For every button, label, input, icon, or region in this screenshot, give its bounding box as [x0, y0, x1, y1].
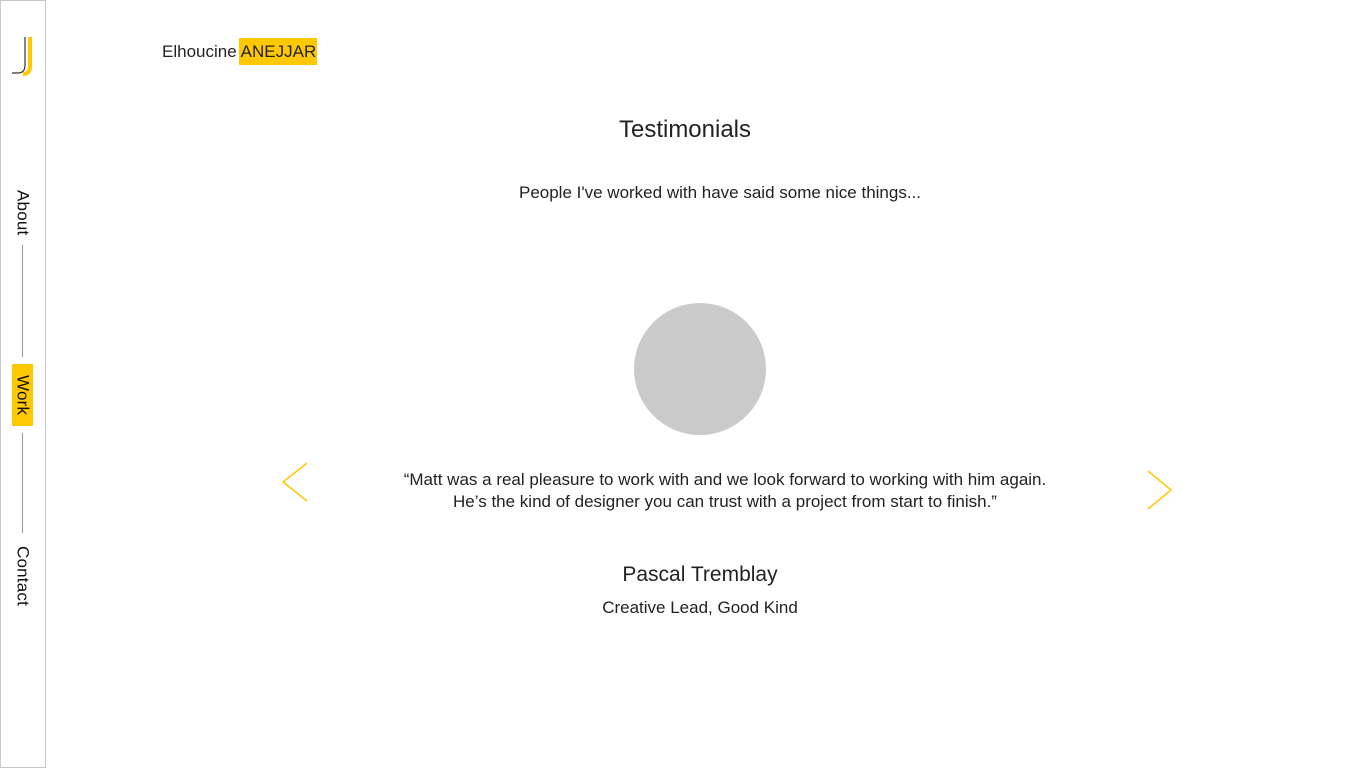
- prev-testimonial-button[interactable]: [280, 460, 312, 504]
- sidebar-item-work[interactable]: Work: [12, 364, 33, 426]
- section-title: Testimonials: [618, 116, 752, 143]
- brand-name-link[interactable]: Elhoucine ANEJJAR: [162, 38, 318, 65]
- sidebar-item-label: Contact: [13, 546, 33, 606]
- chevron-left-icon: [281, 462, 308, 502]
- nav-divider: [22, 433, 23, 533]
- quote-line: “Matt was a real pleasure to work with a…: [403, 470, 1047, 489]
- brand-first-name: Elhoucine: [162, 41, 237, 61]
- quote-line: He’s the kind of designer you can trust …: [453, 492, 997, 511]
- sidebar-item-label: About: [13, 190, 33, 236]
- sidebar-item-label: Work: [13, 374, 33, 416]
- avatar: [634, 303, 766, 435]
- j-monogram-icon[interactable]: [11, 35, 37, 77]
- section-subtitle: People I've worked with have said some n…: [518, 183, 921, 202]
- chevron-right-icon: [1147, 470, 1173, 510]
- testimonial-author-name: Pascal Tremblay: [622, 563, 778, 586]
- testimonial-author-role: Creative Lead, Good Kind: [602, 598, 798, 617]
- brand-last-name: ANEJJAR: [238, 38, 318, 65]
- sidebar-item-contact[interactable]: Contact: [12, 543, 33, 609]
- sidebar-item-about[interactable]: About: [12, 187, 33, 239]
- nav-divider: [22, 245, 23, 357]
- testimonial-quote: “Matt was a real pleasure to work with a…: [360, 469, 1090, 513]
- next-testimonial-button[interactable]: [1143, 468, 1175, 512]
